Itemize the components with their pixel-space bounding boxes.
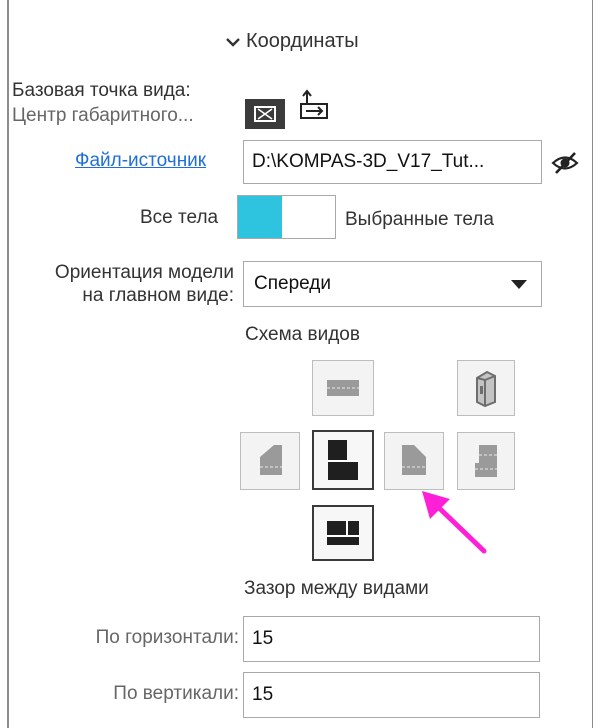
view-back-button[interactable] xyxy=(457,432,515,490)
right-view-icon xyxy=(260,445,282,475)
annotation-arrow-icon xyxy=(422,491,487,554)
view-top-button[interactable] xyxy=(312,360,374,416)
front-view-icon xyxy=(328,440,358,480)
base-point-value: Центр габаритного... xyxy=(12,105,194,126)
horizontal-gap-label: По горизонтали: xyxy=(95,627,239,648)
toggle-on-segment xyxy=(238,196,282,238)
isometric-view-icon xyxy=(476,370,496,408)
center-point-icon xyxy=(254,106,276,122)
source-file-field[interactable]: D:\KOMPAS-3D_V17_Tut... xyxy=(243,140,542,184)
vertical-gap-field[interactable]: 15 xyxy=(243,672,540,718)
hide-source-button[interactable] xyxy=(549,148,581,178)
coordinates-section-header[interactable]: Координаты xyxy=(226,30,359,53)
bodies-toggle[interactable] xyxy=(237,195,336,239)
orientation-label-line1: Ориентация модели xyxy=(54,262,234,283)
vertical-gap-label: По вертикали: xyxy=(113,683,239,704)
view-scheme-title: Схема видов xyxy=(245,324,360,345)
toggle-off-segment xyxy=(282,196,335,238)
section-title: Координаты xyxy=(246,30,359,52)
top-view-icon xyxy=(327,380,359,396)
eye-off-icon xyxy=(551,152,579,174)
view-isometric-button[interactable] xyxy=(457,360,515,416)
chevron-down-icon xyxy=(226,37,240,47)
base-point-label: Базовая точка вида: xyxy=(12,80,191,101)
selected-bodies-label: Выбранные тела xyxy=(345,209,494,230)
orientation-label-line2: на главном виде: xyxy=(82,285,234,306)
gap-title: Зазор между видами xyxy=(244,578,429,599)
bottom-view-icon xyxy=(327,521,359,545)
view-front-button[interactable] xyxy=(312,430,374,490)
base-point-center-button[interactable] xyxy=(245,99,285,129)
left-view-icon xyxy=(402,445,426,475)
pick-point-icon xyxy=(300,89,328,119)
view-right-button[interactable] xyxy=(240,432,300,490)
orientation-select[interactable]: Спереди xyxy=(243,261,542,307)
view-left-button[interactable] xyxy=(384,432,444,490)
source-file-link[interactable]: Файл-источник xyxy=(75,150,206,172)
back-view-icon xyxy=(475,445,497,477)
orientation-value: Спереди xyxy=(254,273,331,294)
horizontal-gap-field[interactable]: 15 xyxy=(243,616,540,662)
all-bodies-label: Все тела xyxy=(140,207,219,228)
base-point-pick-button[interactable] xyxy=(294,86,334,126)
dropdown-arrow-icon xyxy=(511,279,527,289)
view-bottom-button[interactable] xyxy=(312,505,374,561)
